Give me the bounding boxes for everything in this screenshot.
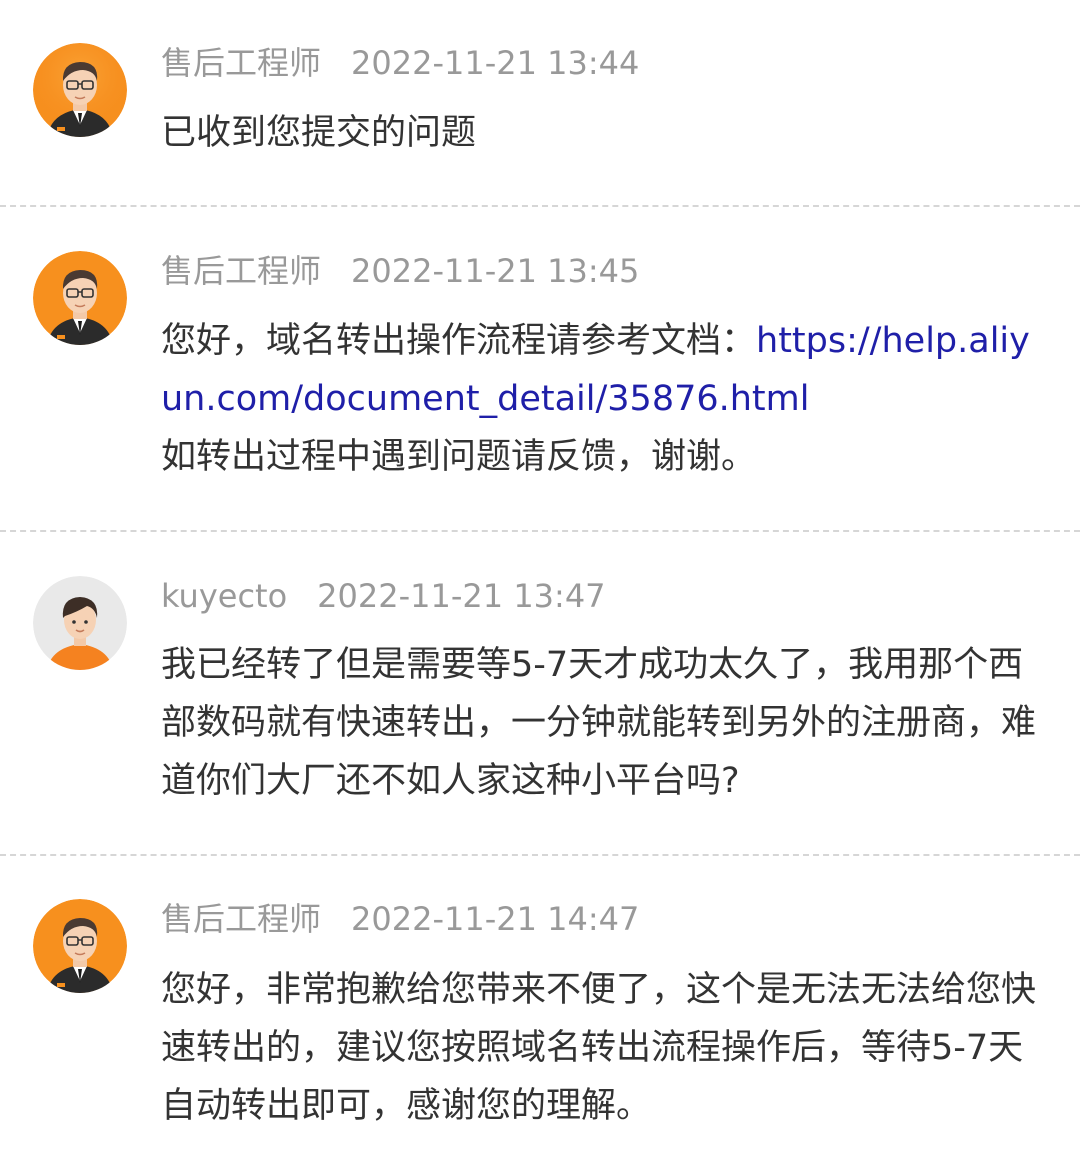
author-name: 售后工程师 — [161, 44, 322, 82]
timestamp: 2022-11-21 13:45 — [351, 252, 640, 290]
author-name: kuyecto — [161, 577, 288, 615]
author-name: 售后工程师 — [161, 252, 322, 290]
message-text: 已收到您提交的问题 — [161, 113, 477, 153]
divider — [0, 854, 1080, 856]
message-meta: 售后工程师 2022-11-21 13:44 — [161, 43, 639, 83]
timestamp: 2022-11-21 13:44 — [351, 44, 640, 82]
user-avatar-icon[interactable] — [33, 576, 127, 670]
engineer-avatar-icon[interactable] — [33, 43, 127, 137]
divider — [0, 530, 1080, 532]
timestamp: 2022-11-21 14:47 — [351, 900, 640, 938]
message-text: 您好，非常抱歉给您带来不便了，这个是无法无法给您快速转出的，建议您按照域名转出流… — [161, 970, 1037, 1126]
message-text-segment: 如转出过程中遇到问题请反馈，谢谢。 — [161, 437, 757, 477]
message-meta: 售后工程师 2022-11-21 13:45 — [161, 251, 639, 291]
message-text: 我已经转了但是需要等5-7天才成功太久了，我用那个西部数码就有快速转出，一分钟就… — [161, 645, 1037, 801]
engineer-avatar-icon[interactable] — [33, 899, 127, 993]
message-meta: 售后工程师 2022-11-21 14:47 — [161, 899, 639, 939]
divider — [0, 205, 1080, 207]
timestamp: 2022-11-21 13:47 — [317, 577, 606, 615]
author-name: 售后工程师 — [161, 900, 322, 938]
message-text-segment: 您好，域名转出操作流程请参考文档： — [161, 321, 757, 361]
message-thread: 售后工程师 2022-11-21 13:44 已收到您提交的问题 售后工程师 2… — [0, 0, 1080, 1164]
message-meta: kuyecto 2022-11-21 13:47 — [161, 576, 606, 616]
engineer-avatar-icon[interactable] — [33, 251, 127, 345]
message-text: 您好，域名转出操作流程请参考文档：https://help.aliyun.com… — [161, 312, 1051, 486]
